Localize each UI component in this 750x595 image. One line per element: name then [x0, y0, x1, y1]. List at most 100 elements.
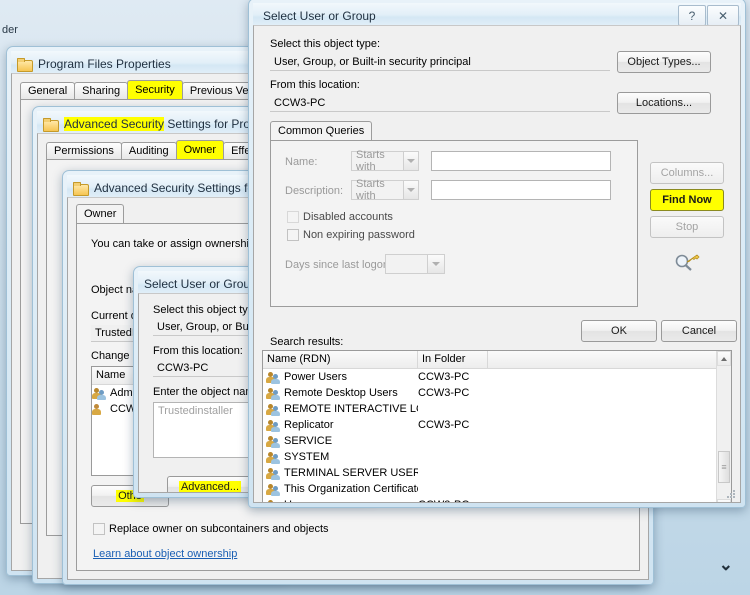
main-object-type-value: User, Group, or Built-in security princi… — [270, 53, 610, 71]
table-row[interactable]: Power Users CCW3-PC — [263, 369, 731, 385]
find-now-label: Find Now — [662, 194, 712, 206]
user-icon — [92, 403, 107, 416]
desktop-text: der — [2, 24, 18, 36]
main-object-type-label: Select this object type: — [270, 38, 381, 50]
tab-owner[interactable]: Owner — [175, 140, 225, 160]
group-icon — [266, 403, 281, 416]
non-expiring-password-checkbox[interactable] — [287, 229, 299, 241]
search-results-scrollbar[interactable]: ≡ — [716, 351, 731, 502]
result-name: TERMINAL SERVER USER — [284, 467, 418, 479]
group-icon — [266, 371, 281, 384]
result-name: Power Users — [284, 371, 347, 383]
search-results-label: Search results: — [270, 336, 344, 348]
chevron-down-icon[interactable]: ⌄ — [719, 556, 733, 573]
help-icon[interactable]: ? — [678, 5, 706, 26]
column-extra[interactable] — [488, 351, 718, 368]
tab-permissions[interactable]: Permissions — [46, 142, 122, 160]
folder-icon — [43, 117, 59, 132]
small-advanced-button[interactable]: Advanced... — [167, 476, 253, 493]
table-row[interactable]: Replicator CCW3-PC — [263, 417, 731, 433]
result-folder: CCW3-PC — [418, 499, 488, 502]
result-folder: CCW3-PC — [418, 371, 470, 383]
table-row[interactable]: Remote Desktop Users CCW3-PC — [263, 385, 731, 401]
days-since-logon-label: Days since last logon: — [285, 259, 392, 271]
replace-owner-checkbox[interactable] — [93, 523, 105, 535]
tab-general[interactable]: General — [20, 82, 76, 100]
replace-owner-label: Replace owner on subcontainers and objec… — [109, 523, 329, 535]
disabled-accounts-checkbox[interactable] — [287, 211, 299, 223]
query-description-operator-value: Starts with — [356, 178, 385, 202]
query-name-operator-value: Starts with — [356, 149, 385, 173]
object-types-button[interactable]: Object Types... — [617, 51, 711, 73]
group-icon — [266, 499, 281, 502]
common-queries-body: Name: Starts with Description: Starts wi… — [270, 140, 638, 307]
find-now-button[interactable]: Find Now — [650, 189, 724, 211]
table-row[interactable]: Users CCW3-PC — [263, 497, 731, 502]
query-name-operator[interactable]: Starts with — [351, 149, 419, 173]
search-results-listview[interactable]: Name (RDN) In Folder Power Users CCW3-PC… — [262, 350, 732, 502]
locations-button[interactable]: Locations... — [617, 92, 711, 114]
column-name-rdn[interactable]: Name (RDN) — [263, 351, 418, 368]
scrollbar-grip: ≡ — [721, 462, 727, 472]
column-in-folder[interactable]: In Folder — [418, 351, 488, 368]
common-queries-tabstrip[interactable]: Common Queries — [270, 121, 373, 141]
table-row[interactable]: This Organization Certificate — [263, 481, 731, 497]
result-name: SERVICE — [284, 435, 333, 447]
adv-back-title-highlight: Advanced Security — [64, 117, 165, 131]
resize-grip[interactable] — [725, 488, 737, 500]
non-expiring-password-label: Non expiring password — [303, 229, 415, 241]
scrollbar-thumb[interactable]: ≡ — [718, 451, 730, 483]
chevron-down-icon[interactable] — [427, 255, 444, 273]
group-icon — [266, 451, 281, 464]
adv-front-tabstrip[interactable]: Owner — [76, 204, 125, 224]
query-description-operator[interactable]: Starts with — [351, 178, 419, 202]
learn-object-ownership-link[interactable]: Learn about object ownership — [93, 548, 237, 560]
stop-button[interactable]: Stop — [650, 216, 724, 238]
table-row[interactable]: TERMINAL SERVER USER — [263, 465, 731, 481]
result-folder: CCW3-PC — [418, 419, 470, 431]
small-location-label: From this location: — [153, 345, 243, 357]
close-icon[interactable]: ✕ — [707, 5, 739, 26]
caption-buttons[interactable]: ? ✕ — [678, 5, 739, 26]
tab-auditing[interactable]: Auditing — [120, 142, 177, 160]
query-description-label: Description: — [285, 185, 344, 197]
tab-common-queries[interactable]: Common Queries — [270, 121, 373, 141]
tab-security[interactable]: Security — [127, 80, 183, 100]
columns-button[interactable]: Columns... — [650, 162, 724, 184]
result-name: Remote Desktop Users — [284, 387, 398, 399]
magnifier-key-icon — [674, 252, 700, 274]
result-name: Replicator — [284, 419, 334, 431]
chevron-down-icon[interactable] — [402, 181, 418, 199]
group-icon — [266, 419, 281, 432]
main-location-label: From this location: — [270, 79, 360, 91]
result-name: REMOTE INTERACTIVE LO... — [284, 403, 418, 415]
small-advanced-label: Advanced... — [178, 481, 242, 493]
chevron-down-icon[interactable] — [402, 152, 418, 170]
select-user-main-client: Select this object type: User, Group, or… — [253, 25, 741, 503]
days-since-logon-combo[interactable] — [385, 254, 445, 274]
properties-title: Program Files Properties — [38, 57, 171, 71]
table-row[interactable]: SERVICE — [263, 433, 731, 449]
query-name-label: Name: — [285, 156, 318, 168]
query-name-input[interactable] — [431, 151, 611, 171]
tab-sharing[interactable]: Sharing — [74, 82, 129, 100]
result-name: This Organization Certificate — [284, 483, 418, 495]
select-user-main-window[interactable]: Select User or Group ? ✕ Select this obj… — [248, 0, 746, 508]
group-icon — [266, 483, 281, 496]
tab-owner-front[interactable]: Owner — [76, 204, 125, 224]
result-folder: CCW3-PC — [418, 387, 470, 399]
result-name: Users — [284, 499, 313, 502]
main-location-value: CCW3-PC — [270, 94, 610, 112]
result-name: SYSTEM — [284, 451, 330, 463]
query-description-input[interactable] — [431, 180, 611, 200]
table-row[interactable]: REMOTE INTERACTIVE LO... — [263, 401, 731, 417]
search-results-header[interactable]: Name (RDN) In Folder — [263, 351, 731, 369]
properties-tabstrip[interactable]: General Sharing Security Previous Versio… — [20, 80, 280, 100]
table-row[interactable]: SYSTEM — [263, 449, 731, 465]
folder-icon — [73, 181, 89, 196]
main-ok-button[interactable]: OK — [581, 320, 657, 342]
group-icon — [92, 387, 107, 400]
scroll-up-arrow[interactable] — [717, 351, 731, 366]
main-cancel-button[interactable]: Cancel — [661, 320, 737, 342]
small-object-type-label: Select this object type: — [153, 304, 264, 316]
